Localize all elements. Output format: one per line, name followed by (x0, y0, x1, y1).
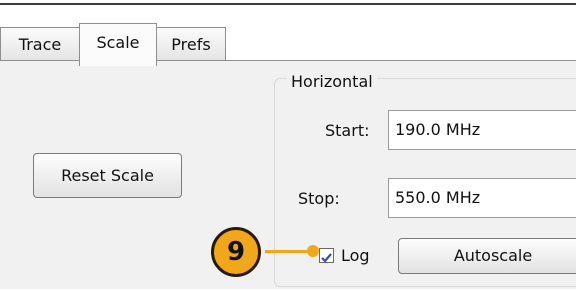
tab-scale[interactable]: Scale (79, 23, 157, 66)
start-label: Start: (325, 121, 370, 140)
callout-number: 9 (226, 237, 246, 267)
tab-strip: Trace Scale Prefs (0, 5, 576, 66)
autoscale-label: Autoscale (453, 246, 533, 265)
tab-trace-label: Trace (18, 35, 62, 54)
log-checkbox[interactable] (319, 248, 334, 263)
tab-scale-label: Scale (96, 33, 140, 52)
tab-prefs[interactable]: Prefs (156, 27, 226, 61)
scale-panel: Reset Scale Horizontal Start: 190.0 MHz … (0, 60, 576, 289)
start-value: 190.0 MHz (395, 120, 481, 139)
callout-leader-dot (307, 245, 319, 257)
stop-label: Stop: (298, 189, 340, 208)
callout-badge: 9 (211, 227, 261, 277)
checkmark-icon (321, 253, 332, 263)
log-label: Log (341, 246, 370, 265)
start-input[interactable]: 190.0 MHz (388, 110, 576, 150)
reset-scale-label: Reset Scale (61, 166, 154, 185)
stop-value: 550.0 MHz (395, 188, 481, 207)
tab-prefs-label: Prefs (171, 35, 211, 54)
callout-leader-line (265, 250, 313, 253)
autoscale-button[interactable]: Autoscale (398, 238, 576, 274)
reset-scale-button[interactable]: Reset Scale (33, 153, 182, 198)
stop-input[interactable]: 550.0 MHz (388, 178, 576, 218)
tab-trace[interactable]: Trace (0, 27, 80, 61)
horizontal-group-title: Horizontal (287, 72, 377, 91)
